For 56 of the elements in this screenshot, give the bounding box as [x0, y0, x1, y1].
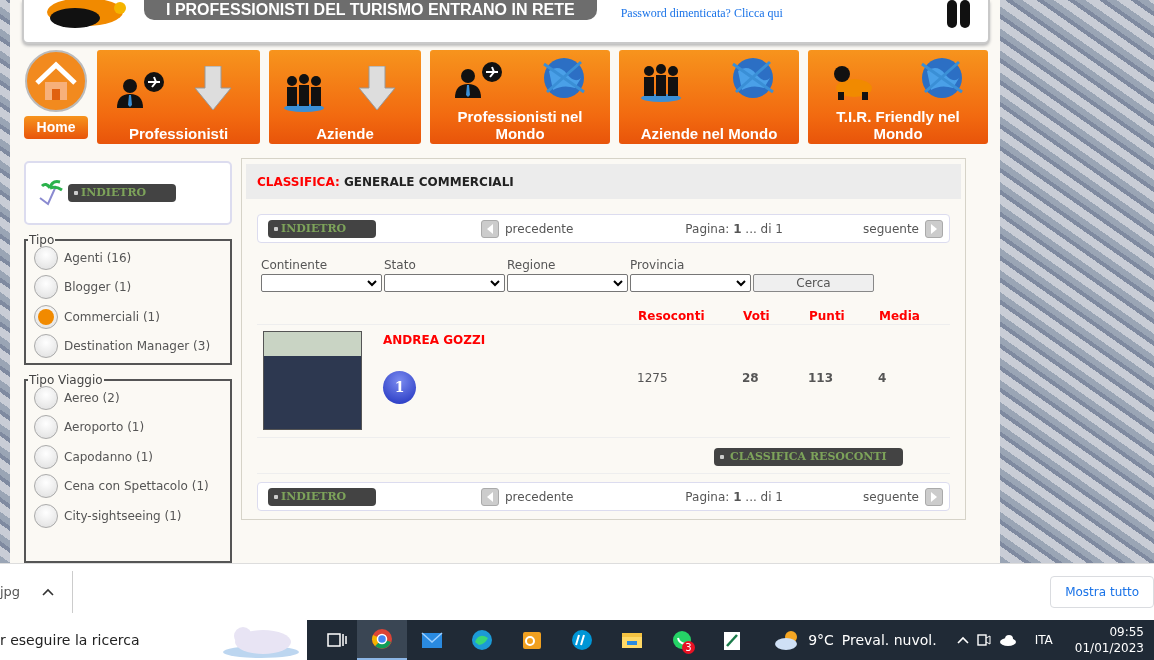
option-label: Blogger (1)	[64, 279, 132, 297]
filter-label: Regione	[507, 257, 557, 274]
option-label: Cena con Spettacolo (1)	[64, 478, 209, 496]
nav-tile-button[interactable]: Professionisti nel Mondo	[430, 50, 610, 144]
option-label: Aeroporto (1)	[64, 419, 145, 437]
password-link[interactable]: Password dimenticata? Clicca qui	[620, 4, 783, 22]
show-all-button[interactable]: Mostra tutto	[1050, 576, 1154, 608]
previous-button[interactable]: precedente	[481, 219, 574, 238]
temperature-text: 9°C	[808, 630, 834, 650]
search-button[interactable]: Cerca	[753, 274, 874, 292]
clock-date: 01/01/2023	[1074, 640, 1144, 656]
group-legend: Tipo	[28, 233, 56, 247]
back-button[interactable]: INDIETRO	[68, 184, 176, 202]
previous-button[interactable]: precedente	[481, 487, 574, 506]
rank-badge: 1	[383, 371, 416, 404]
nav-tile-button[interactable]: Aziende	[269, 50, 421, 144]
nav-tile-button[interactable]: T.I.R. Friendly nel Mondo	[808, 50, 988, 144]
column-header: Punti	[809, 308, 846, 324]
search-field[interactable]: r eseguire la ricerca	[0, 620, 307, 660]
page-indicator: Pagina: 1 ... di 1	[685, 488, 783, 506]
search-text: r eseguire la ricerca	[0, 630, 140, 650]
weather-text: Preval. nuvol.	[841, 630, 937, 650]
member-name: ANDREA GOZZI	[383, 332, 487, 349]
filter-label: Continente	[261, 257, 329, 274]
next-button[interactable]: seguente	[863, 487, 943, 506]
taskbar-app-button[interactable]: 3	[657, 620, 707, 660]
option-label: Capodanno (1)	[64, 448, 154, 466]
ranking-title: CLASSIFICA: GENERALE COMMERCIALI	[257, 173, 514, 191]
stat-value: 4	[878, 370, 888, 387]
column-header: Voti	[743, 308, 771, 324]
back-button[interactable]: INDIETRO	[268, 487, 376, 506]
next-button[interactable]: seguente	[863, 219, 943, 238]
option-label: Destination Manager (3)	[64, 338, 211, 356]
option-label: Aereo (2)	[64, 389, 120, 407]
language-indicator[interactable]: ITA	[1034, 631, 1053, 649]
nav-tile-button[interactable]: Professionisti	[97, 50, 260, 144]
ranking-button[interactable]: CLASSIFICA RESOCONTI	[714, 448, 903, 466]
stat-value: 1275	[637, 370, 669, 387]
option-label: City-sightseeing (1)	[64, 507, 182, 525]
stat-value: 113	[808, 370, 835, 387]
notification-badge: 3	[682, 641, 695, 654]
group-legend: Tipo Viaggio	[28, 373, 104, 387]
column-header: Resoconti	[638, 308, 706, 324]
option-label: Agenti (16)	[64, 249, 132, 267]
option-label: Commerciali (1)	[64, 308, 160, 326]
home-button[interactable]: Home	[24, 116, 88, 139]
column-header: Media	[879, 308, 921, 324]
filter-label: Stato	[384, 257, 417, 274]
stat-value: 28	[742, 370, 760, 387]
filter-label: Provincia	[630, 257, 686, 274]
banner-title: I PROFESSIONISTI DEL TURISMO ENTRANO IN RETE	[144, 0, 597, 20]
file-name: jpg	[0, 583, 21, 602]
nav-tile-button[interactable]: Aziende nel Mondo	[619, 50, 799, 144]
clock-time: 09:55	[1109, 624, 1144, 640]
back-button[interactable]: INDIETRO	[268, 219, 376, 238]
page-indicator: Pagina: 1 ... di 1	[685, 220, 783, 238]
